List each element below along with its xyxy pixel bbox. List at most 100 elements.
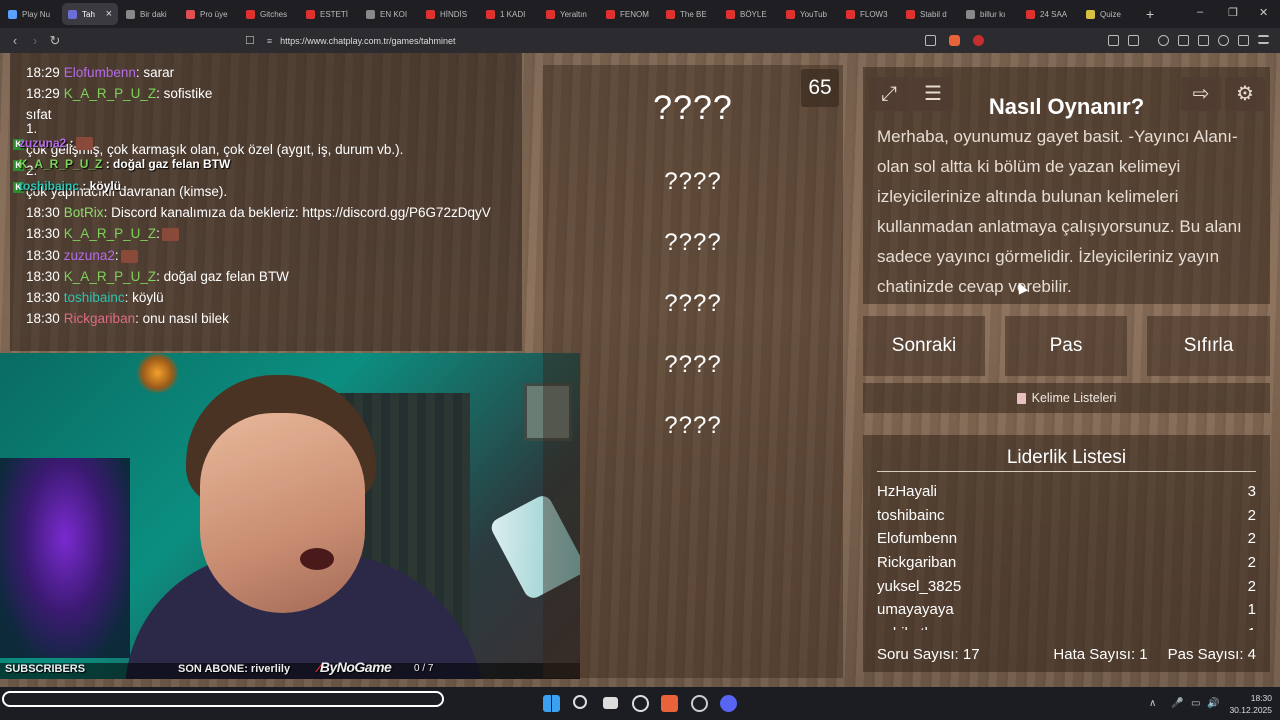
browser-tab[interactable]: Gitches <box>240 3 298 25</box>
browser-tab[interactable]: Yeraltın <box>540 3 598 25</box>
site-info-icon[interactable]: ≡ <box>267 36 272 46</box>
browser-tab[interactable]: Quize <box>1080 3 1138 25</box>
browser-tab[interactable]: The BE <box>660 3 718 25</box>
close-window-icon[interactable]: ✕ <box>1259 6 1268 19</box>
tab-favicon-icon <box>126 9 135 19</box>
leaderboard-list[interactable]: HzHayali 3 toshibainc 2 Elofumbenn 2 Rickgarib… <box>877 480 1256 630</box>
chat-username[interactable]: BotRix <box>64 205 104 220</box>
forbidden-word: ???? <box>664 351 722 378</box>
restore-icon[interactable]: ❐ <box>1228 6 1238 19</box>
reload-icon[interactable]: ↻ <box>45 33 65 49</box>
tab-label: Bir daki <box>140 9 167 19</box>
chat-username[interactable]: K_A_R_P_U_Z <box>64 226 156 241</box>
brave-shield-icon[interactable] <box>949 35 960 46</box>
browser-tab[interactable]: 24 SAA <box>1020 3 1078 25</box>
next-button[interactable]: Sonraki <box>863 316 985 376</box>
tab-favicon-icon <box>846 9 855 19</box>
browser-tab[interactable]: billur kı <box>960 3 1018 25</box>
tray-chevron-icon[interactable]: ∧ <box>1149 698 1156 709</box>
subscribers-label: SUBSCRIBERS <box>5 663 86 675</box>
clock-time: 18:30 <box>1250 693 1272 703</box>
browser-tab[interactable]: 1 KADI <box>480 3 538 25</box>
tab-favicon-icon <box>666 9 675 19</box>
browser-tab[interactable]: FENOM <box>600 3 658 25</box>
discord-icon[interactable] <box>720 695 737 712</box>
chat-username[interactable]: Rickgariban <box>64 311 135 326</box>
tab-favicon-icon <box>966 9 975 19</box>
minimize-icon[interactable]: – <box>1197 6 1203 18</box>
search-icon[interactable] <box>573 695 587 709</box>
error-count: Hata Sayısı: 1 <box>1053 646 1148 663</box>
close-tab-icon[interactable]: × <box>106 8 112 20</box>
browser-tab[interactable]: Stabil d <box>900 3 958 25</box>
chat-message: 18:30 Rickgariban: onu nasıl bilek <box>26 311 229 326</box>
how-to-play-title: Nasıl Oynanır? <box>988 94 1145 119</box>
browser-tab[interactable]: Play Nu <box>2 3 60 25</box>
tab-label: BÖYLE <box>740 9 767 19</box>
obs-icon[interactable] <box>691 695 708 712</box>
extensions-icon[interactable] <box>1108 35 1119 46</box>
forbidden-word: ???? <box>664 229 722 256</box>
browser-tab[interactable]: Pro üye <box>180 3 238 25</box>
chat-username[interactable]: toshibainc <box>64 290 125 305</box>
start-icon[interactable] <box>543 695 560 712</box>
leaderboard-row: toshibainc 2 <box>877 504 1256 528</box>
player-name: HzHayali <box>877 483 938 500</box>
brave-browser-icon[interactable] <box>661 695 678 712</box>
leo-ai-icon[interactable] <box>1218 35 1229 46</box>
chat-username[interactable]: K_A_R_P_U_Z <box>64 269 156 284</box>
chat-message: 18:30 zuzuna2: <box>26 248 138 263</box>
clock-date: 30.12.2025 <box>1229 705 1272 715</box>
scream-poster <box>0 458 130 658</box>
music-icon[interactable] <box>1158 35 1169 46</box>
menu-icon[interactable] <box>1258 35 1269 44</box>
target-word: ???? <box>653 89 733 127</box>
forward-icon[interactable]: › <box>25 33 45 48</box>
browser-tab[interactable]: HİNDİS <box>420 3 478 25</box>
browser-tab[interactable]: Tah × <box>62 3 118 25</box>
monitor-icon[interactable]: ▭ <box>1191 698 1200 709</box>
chat-message: 18:30 K_A_R_P_U_Z: doğal gaz felan BTW <box>26 269 289 284</box>
browser-tab[interactable]: FLOW3 <box>840 3 898 25</box>
chat-username[interactable]: K_A_R_P_U_Z <box>64 86 156 101</box>
pass-button[interactable]: Pas <box>1005 316 1127 376</box>
leaderboard-row: umayayaya 1 <box>877 598 1256 622</box>
chat-text: 1. <box>26 121 38 136</box>
browser-tab[interactable]: ESTETİ <box>300 3 358 25</box>
brave-rewards-icon[interactable] <box>973 35 984 46</box>
reset-button[interactable]: Sıfırla <box>1147 316 1270 376</box>
chat-timestamp: 18:30 <box>26 205 60 220</box>
system-clock[interactable]: 18:30 30.12.2025 <box>1229 692 1272 716</box>
browser-tab[interactable]: EN KOI <box>360 3 418 25</box>
player-score: 2 <box>1247 530 1256 548</box>
tab-favicon-icon <box>68 9 77 19</box>
new-tab-button[interactable]: + <box>1146 6 1154 22</box>
sidebar-icon[interactable] <box>1178 35 1189 46</box>
wallet-icon[interactable] <box>1198 35 1209 46</box>
leaderboard-divider <box>877 471 1256 472</box>
task-view-icon[interactable] <box>603 697 618 709</box>
back-icon[interactable]: ‹ <box>5 33 25 48</box>
browser-tab[interactable]: YouTub <box>780 3 838 25</box>
overlay-username: toshibainc <box>19 179 80 193</box>
tab-label: EN KOI <box>380 9 408 19</box>
player-score: 1 <box>1247 601 1256 619</box>
speaker-icon[interactable]: 🔊 <box>1207 698 1219 709</box>
chat-username[interactable]: zuzuna2 <box>64 248 115 263</box>
word-lists-button[interactable]: Kelime Listeleri <box>863 383 1270 413</box>
browser-tab[interactable]: BÖYLE <box>720 3 778 25</box>
microphone-icon[interactable]: 🎤 <box>1171 698 1183 709</box>
browser-tab[interactable]: Bir daki <box>120 3 178 25</box>
share-icon[interactable] <box>925 35 936 46</box>
tab-label: YouTub <box>800 9 827 19</box>
chat-text: : köylü <box>124 290 164 305</box>
chat-username[interactable]: Elofumbenn <box>64 65 136 80</box>
url-field[interactable]: ☐ ≡ https://www.chatplay.com.tr/games/ta… <box>245 31 995 50</box>
vpn-icon[interactable] <box>1238 35 1249 46</box>
overlay-chat-message: toshibainc : köylü <box>19 179 121 193</box>
bookmark-icon[interactable]: ☐ <box>245 34 255 47</box>
chatgpt-icon[interactable] <box>632 695 649 712</box>
player-name: Rickgariban <box>877 554 957 572</box>
screenshot-icon[interactable] <box>1128 35 1139 46</box>
chat-text: : doğal gaz felan BTW <box>156 269 289 284</box>
